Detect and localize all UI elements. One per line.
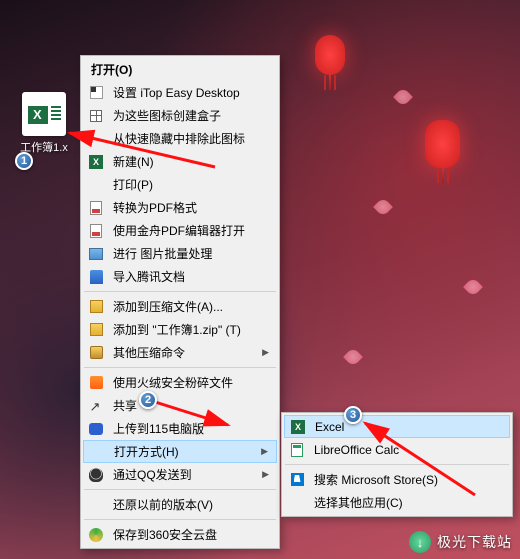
- menu-to-pdf[interactable]: 转换为PDF格式: [83, 196, 277, 219]
- menu-restore[interactable]: 还原以前的版本(V): [83, 493, 277, 516]
- open-with-submenu: XExcel LibreOffice Calc 搜索 Microsoft Sto…: [281, 412, 513, 517]
- tencent-doc-icon: [87, 269, 105, 285]
- excel-icon: X: [87, 154, 105, 170]
- menu-tencent-doc[interactable]: 导入腾讯文档: [83, 265, 277, 288]
- menu-batch-img[interactable]: 进行 图片批量处理: [83, 242, 277, 265]
- pdf-editor-icon: [87, 223, 105, 239]
- annotation-badge-2: 2: [139, 391, 157, 409]
- share-icon: [87, 398, 105, 414]
- qq-icon: [87, 467, 105, 483]
- menu-new[interactable]: X新建(N): [83, 150, 277, 173]
- submenu-libreoffice[interactable]: LibreOffice Calc: [284, 438, 510, 461]
- 360-icon: [87, 527, 105, 543]
- grid-icon: [87, 108, 105, 124]
- context-menu: 打开(O) 设置 iTop Easy Desktop 为这些图标创建盒子 从快速…: [80, 55, 280, 549]
- excel-icon: X: [289, 419, 307, 435]
- separator: [84, 519, 276, 520]
- submenu-ms-store[interactable]: 搜索 Microsoft Store(S): [284, 468, 510, 491]
- watermark: 极光下载站: [409, 531, 512, 553]
- menu-save-360[interactable]: 保存到360安全云盘: [83, 523, 277, 546]
- submenu-other-app[interactable]: 选择其他应用(C): [284, 491, 510, 514]
- chevron-right-icon: ▶: [262, 347, 269, 358]
- menu-huorong[interactable]: 使用火绒安全粉碎文件: [83, 371, 277, 394]
- chevron-right-icon: ▶: [262, 469, 269, 480]
- separator: [285, 464, 509, 465]
- libreoffice-calc-icon: [288, 442, 306, 458]
- zip-icon: [87, 299, 105, 315]
- menu-hide-quick[interactable]: 从快速隐藏中排除此图标: [83, 127, 277, 150]
- menu-open-with[interactable]: 打开方式(H)▶: [83, 440, 277, 463]
- ms-store-icon: [288, 472, 306, 488]
- desktop-file-icon[interactable]: 工作簿1.x: [15, 92, 73, 155]
- menu-print[interactable]: 打印(P): [83, 173, 277, 196]
- excel-file-icon: [22, 92, 66, 136]
- menu-jinshan-pdf[interactable]: 使用金舟PDF编辑器打开: [83, 219, 277, 242]
- watermark-icon: [409, 531, 431, 553]
- separator: [84, 291, 276, 292]
- menu-upload-115[interactable]: 上传到115电脑版: [83, 417, 277, 440]
- watermark-text: 极光下载站: [437, 532, 512, 552]
- itop-icon: [87, 85, 105, 101]
- separator: [84, 367, 276, 368]
- menu-itop[interactable]: 设置 iTop Easy Desktop: [83, 81, 277, 104]
- menu-add-zip-named[interactable]: 添加到 "工作簿1.zip" (T): [83, 318, 277, 341]
- menu-other-zip[interactable]: 其他压缩命令▶: [83, 341, 277, 364]
- menu-open[interactable]: 打开(O): [83, 58, 277, 81]
- picture-icon: [87, 246, 105, 262]
- annotation-badge-3: 3: [344, 406, 362, 424]
- menu-create-box[interactable]: 为这些图标创建盒子: [83, 104, 277, 127]
- submenu-excel[interactable]: XExcel: [284, 415, 510, 438]
- menu-share[interactable]: 共享: [83, 394, 277, 417]
- zip-icon: [87, 322, 105, 338]
- annotation-badge-1: 1: [15, 152, 33, 170]
- chevron-right-icon: ▶: [261, 446, 268, 457]
- menu-add-zip[interactable]: 添加到压缩文件(A)...: [83, 295, 277, 318]
- pdf-icon: [87, 200, 105, 216]
- 115-icon: [87, 421, 105, 437]
- zip-icon: [87, 345, 105, 361]
- huorong-icon: [87, 375, 105, 391]
- separator: [84, 489, 276, 490]
- menu-qq-send[interactable]: 通过QQ发送到▶: [83, 463, 277, 486]
